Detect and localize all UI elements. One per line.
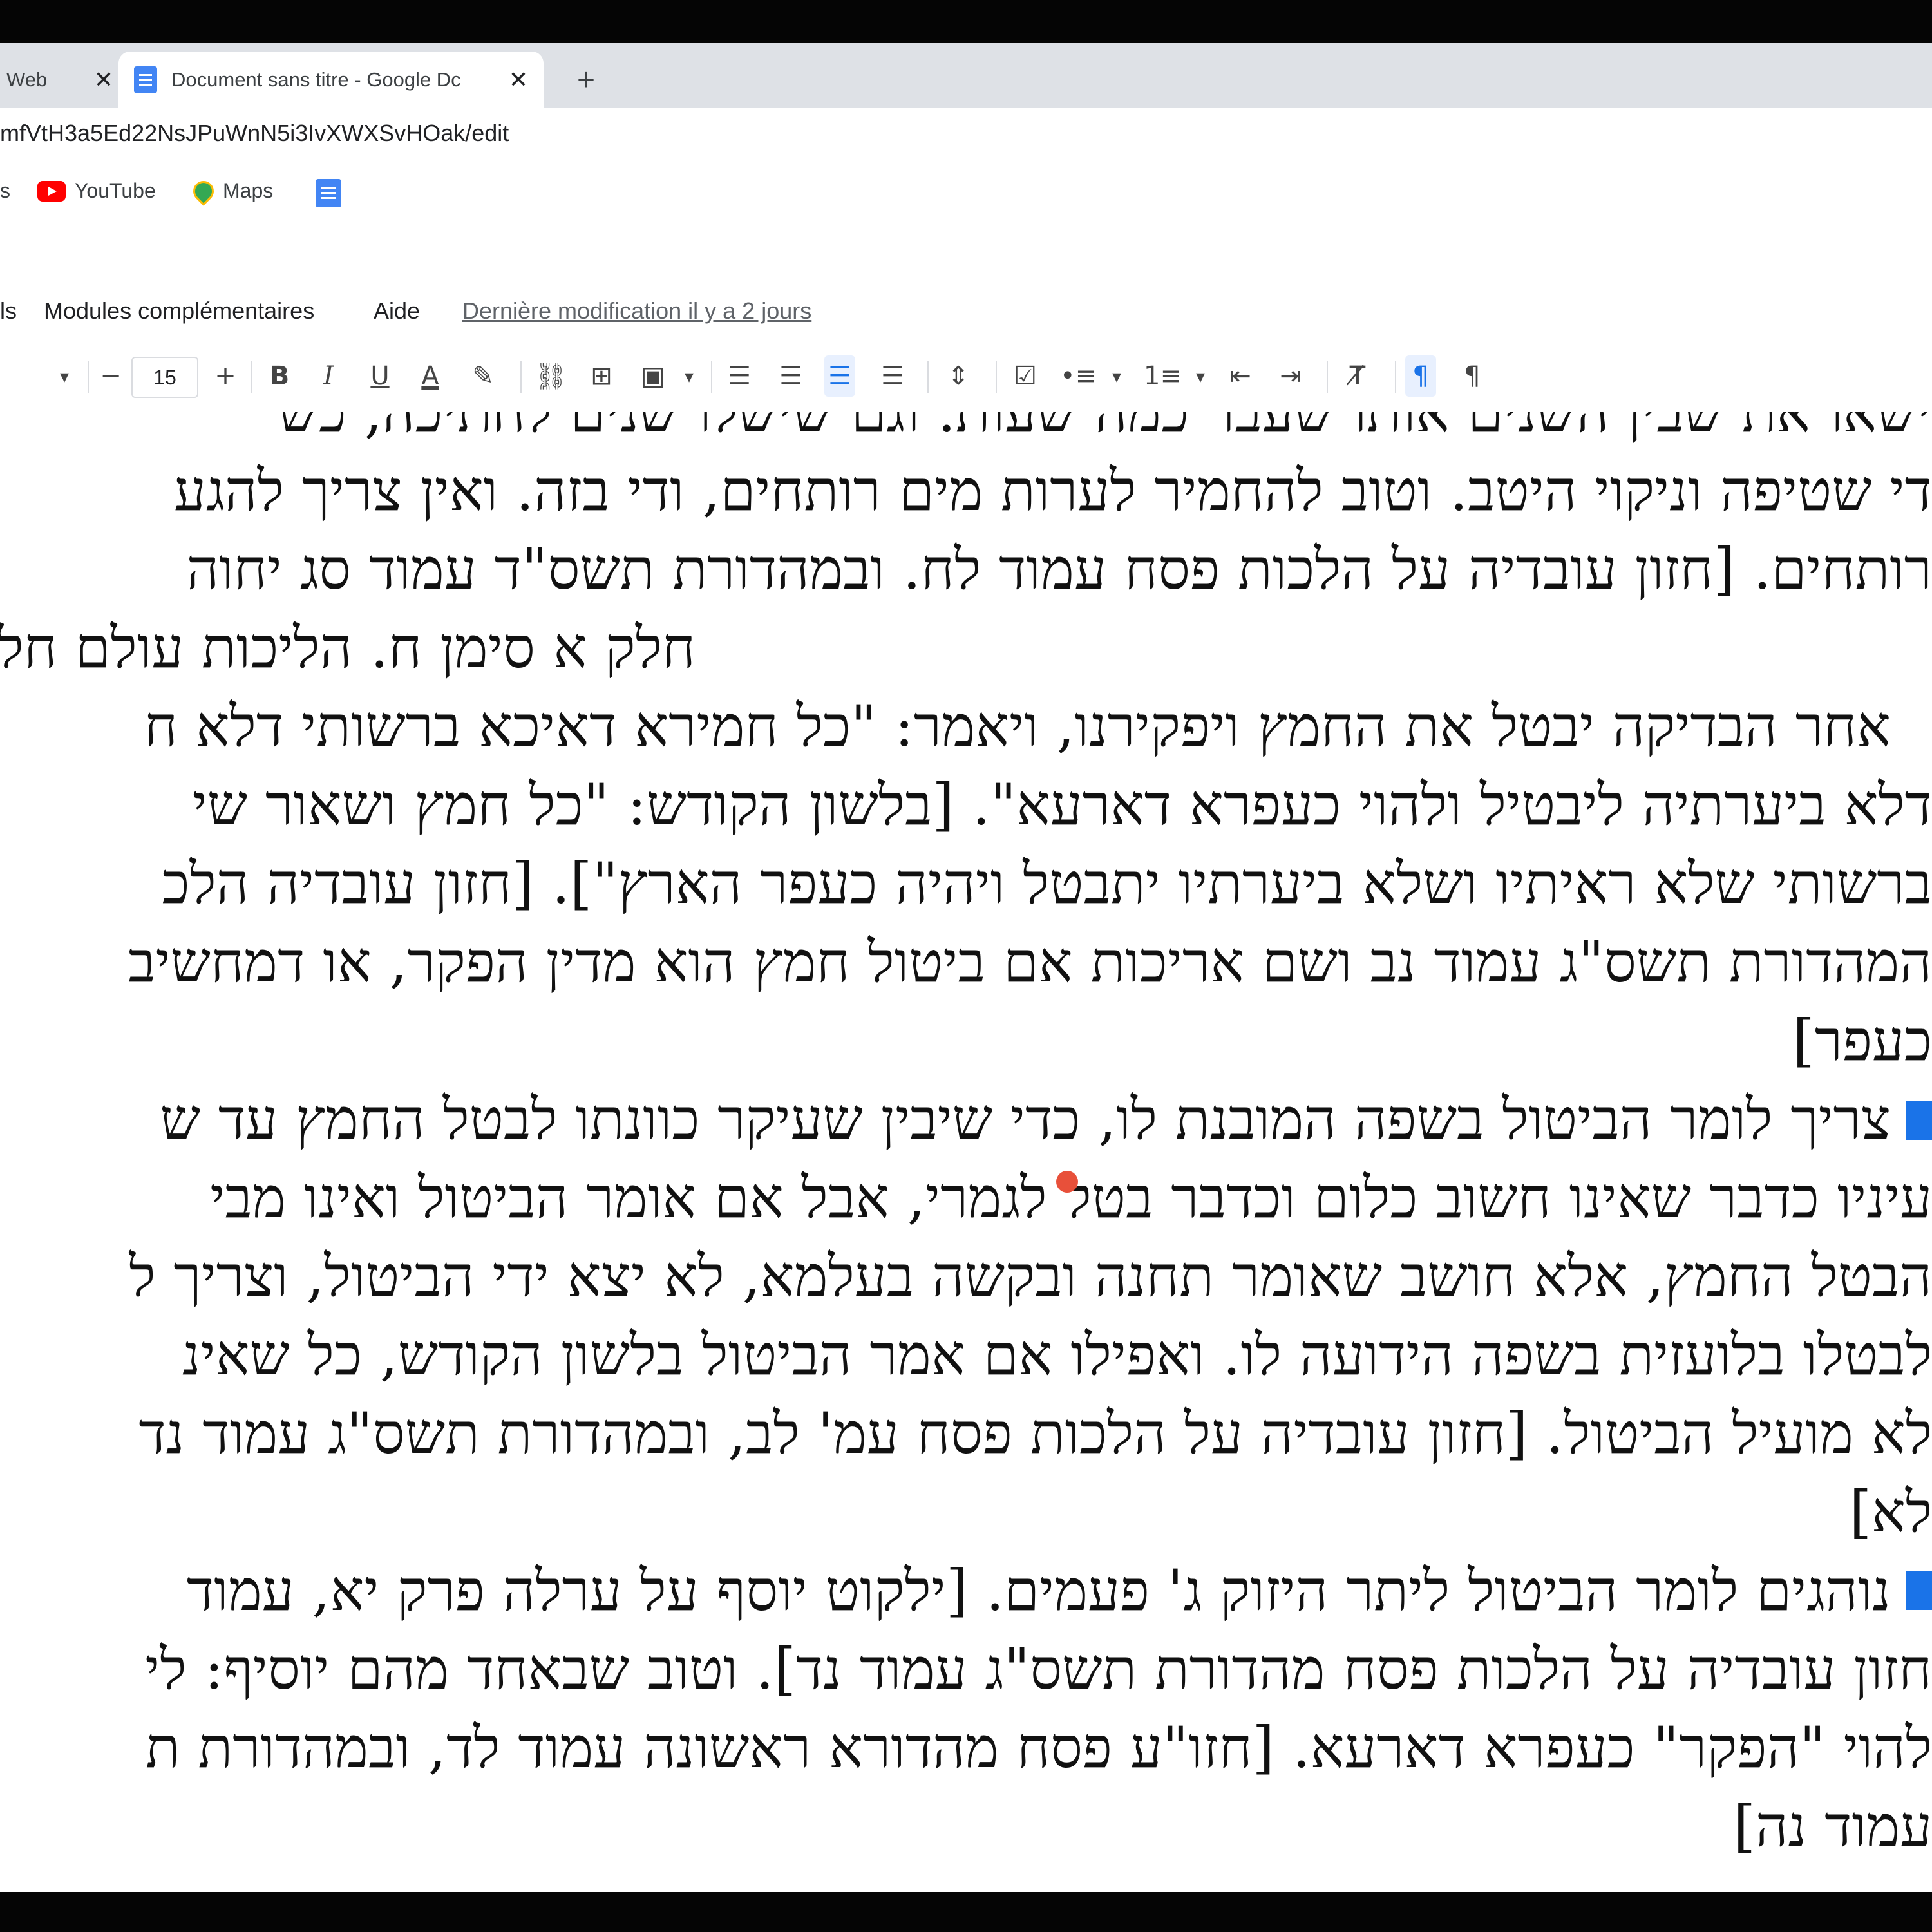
- list-bullet-marker: [1906, 1101, 1932, 1140]
- font-size-input[interactable]: 15: [131, 357, 198, 398]
- italic-button[interactable]: I: [313, 355, 344, 397]
- doc-line: חלק א סימן ח. הליכות עולם חלק א' עמוד רע…: [0, 614, 696, 681]
- tab-google-docs[interactable]: Document sans titre - Google Dc ✕: [118, 52, 544, 108]
- increase-indent-icon[interactable]: ⇥: [1275, 355, 1306, 397]
- numbered-list-icon[interactable]: 1≡: [1144, 355, 1182, 397]
- url-text[interactable]: mfVtH3a5Ed22NsJPuWnN5i3IvXWXSvHOak/edit: [0, 120, 509, 147]
- doc-line: עמוד נה]: [1733, 1793, 1932, 1859]
- insert-link-icon[interactable]: ⛓: [535, 355, 567, 397]
- bookmark-maps[interactable]: Maps: [189, 176, 274, 206]
- tab-strip: Web ✕ Document sans titre - Google Dc ✕ …: [0, 43, 1932, 108]
- menu-tools-partial[interactable]: ls: [0, 298, 17, 325]
- doc-line: ברשותי שלא ראיתיו ושלא ביערתיו יתבטל ויה…: [162, 850, 1932, 916]
- docs-icon: [134, 66, 157, 93]
- align-center-icon[interactable]: ☰: [775, 355, 806, 397]
- doc-line: כעפר]: [1792, 1007, 1932, 1074]
- bookmark-label: Maps: [223, 179, 274, 202]
- text-color-button[interactable]: A: [415, 355, 446, 397]
- doc-line: הבטל החמץ, אלא חושב שאומר תחנה ובקשה בעל…: [129, 1243, 1932, 1309]
- last-modified-link[interactable]: Dernière modification il y a 2 jours: [462, 298, 811, 325]
- doc-line: להוי "הפקר" כעפרא דארעא. [חזו"ע פסח מהדו…: [145, 1714, 1932, 1781]
- menu-help[interactable]: Aide: [374, 298, 420, 325]
- bulleted-list-icon[interactable]: •≡: [1060, 355, 1097, 397]
- toolbar-divider: [520, 361, 522, 393]
- align-left-icon[interactable]: ☰: [724, 355, 755, 397]
- decrease-font-size-button[interactable]: −: [95, 355, 126, 397]
- doc-line: לא]: [1849, 1479, 1932, 1545]
- document-page[interactable]: ישאו את שבין השנים אותו שעבר כמה שעות. ו…: [0, 412, 1932, 1892]
- toolbar-divider: [711, 361, 712, 393]
- new-tab-button[interactable]: +: [567, 52, 605, 108]
- bookmarks-bar: [0, 164, 1932, 227]
- doc-line: רותחים. [חזון עובדיה על הלכות פסח עמוד ל…: [186, 536, 1932, 602]
- doc-line: המהדורת תשס"ג עמוד נב ושם אריכות אם ביטו…: [128, 929, 1932, 995]
- add-comment-icon[interactable]: ⊞: [586, 355, 617, 397]
- top-black-bar: [0, 0, 1932, 43]
- maps-pin-icon: [189, 176, 218, 206]
- toolbar-divider: [88, 361, 89, 393]
- justify-icon[interactable]: ☰: [877, 355, 908, 397]
- decrease-indent-icon[interactable]: ⇤: [1225, 355, 1256, 397]
- bottom-black-bar: [0, 1892, 1932, 1932]
- doc-line: נוהגים לומר הביטול ליתר היזוק ג' פעמים. …: [186, 1557, 1891, 1624]
- tab-label: Web: [6, 68, 48, 91]
- doc-line: צריך לומר הביטול בשפה המובנת לו, כדי שיב…: [160, 1086, 1891, 1152]
- close-icon[interactable]: ✕: [94, 66, 113, 93]
- bookmark-label: YouTube: [75, 179, 156, 202]
- align-right-icon[interactable]: ☰: [824, 355, 855, 397]
- list-bullet-marker: [1906, 1571, 1932, 1610]
- toolbar-divider: [1395, 361, 1396, 393]
- bold-button[interactable]: B: [264, 355, 295, 397]
- docs-icon: [316, 179, 341, 207]
- mouse-cursor-indicator: [1056, 1171, 1078, 1193]
- bookmark-label: s: [0, 179, 10, 202]
- doc-line: די שטיפה וניקוי היטב. וטוב להחמיר לערות …: [174, 457, 1932, 524]
- toolbar-divider: [927, 361, 929, 393]
- toolbar-divider: [996, 361, 997, 393]
- tab-web[interactable]: Web ✕: [0, 52, 128, 108]
- checklist-icon[interactable]: ☑: [1010, 355, 1041, 397]
- chevron-down-icon[interactable]: ▾: [674, 355, 705, 397]
- menu-addons[interactable]: Modules complémentaires: [44, 298, 314, 325]
- doc-line: חזון עובדיה על הלכות פסח מהדורת תשס"ג עמ…: [145, 1636, 1932, 1702]
- doc-line: אחר הבדיקה יבטל את החמץ ויפקירנו, ויאמר:…: [144, 693, 1891, 759]
- chevron-down-icon[interactable]: ▾: [1185, 355, 1216, 397]
- font-dropdown-arrow-icon[interactable]: ▾: [49, 355, 80, 397]
- toolbar-divider: [251, 361, 252, 393]
- tab-label: Document sans titre - Google Dc: [171, 68, 461, 91]
- clear-formatting-icon[interactable]: T̸: [1342, 355, 1373, 397]
- line-spacing-icon[interactable]: ⇕: [943, 355, 974, 397]
- doc-line: ישאו את שבין השנים אותו שעבר כמה שעות. ו…: [278, 412, 1932, 446]
- doc-line: לבטלו בלועזית בשפה הידועה לו. ואפילו אם …: [182, 1321, 1932, 1388]
- youtube-icon: [37, 180, 66, 202]
- bookmark-partial[interactable]: s: [0, 179, 10, 203]
- rtl-paragraph-icon[interactable]: ¶: [1457, 355, 1488, 397]
- doc-line: דלא ביערתיה ליבטיל ולהוי כעפרא דארעא". […: [192, 772, 1932, 838]
- bookmark-docs[interactable]: [316, 179, 341, 207]
- insert-image-icon[interactable]: ▣: [638, 355, 668, 397]
- ltr-paragraph-icon[interactable]: ¶: [1405, 355, 1436, 397]
- underline-button[interactable]: U: [365, 355, 395, 397]
- bookmark-youtube[interactable]: YouTube: [37, 179, 156, 203]
- increase-font-size-button[interactable]: +: [210, 355, 241, 397]
- highlight-pen-icon[interactable]: ✎: [468, 355, 498, 397]
- toolbar-divider: [1327, 361, 1328, 393]
- chevron-down-icon[interactable]: ▾: [1101, 355, 1132, 397]
- doc-line: לא מועיל הביטול. [חזון עובדיה על הלכות פ…: [138, 1400, 1932, 1466]
- close-icon[interactable]: ✕: [509, 66, 528, 93]
